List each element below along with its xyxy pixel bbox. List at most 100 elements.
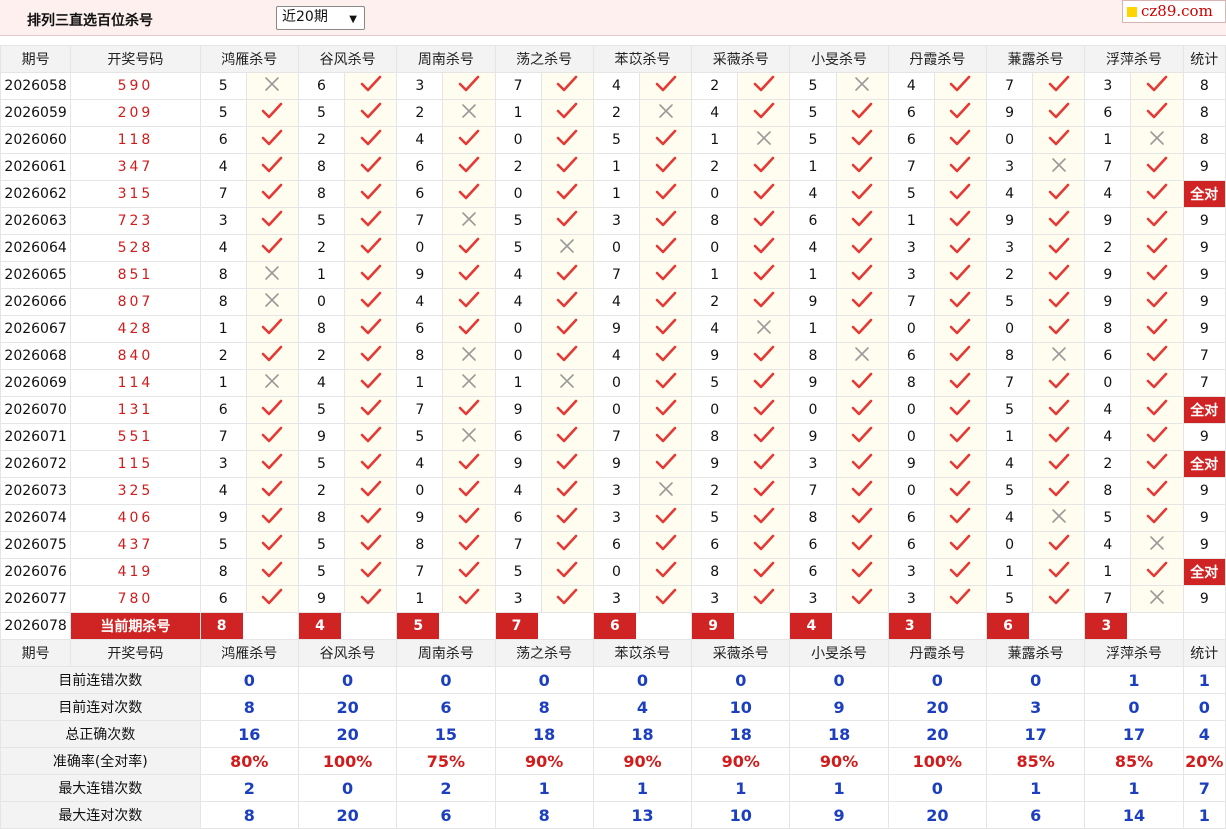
issue-cell: 2026063: [0, 207, 72, 235]
draw-number-cell: 131: [70, 396, 201, 424]
kill-number-cell: 6: [1084, 99, 1132, 127]
table-row: 2026070 131 6 5 7 9 0 0 0 0 5 4 全对: [0, 396, 1226, 424]
summary-value: 20: [297, 720, 398, 748]
draw-number-cell: 209: [70, 99, 201, 127]
kill-number-cell: 0: [691, 396, 739, 424]
col-issue-header: 期号: [0, 639, 72, 667]
check-icon: [1130, 504, 1184, 532]
table-row: 2026067 428 1 8 6 0 9 4 1 0 0 8 9: [0, 315, 1226, 343]
table-row: 2026066 807 8 0 4 4 4 2 9 7 5 9 9: [0, 288, 1226, 316]
summary-stat: 4: [1182, 720, 1226, 748]
kill-number-cell: 6: [887, 99, 935, 127]
brand-logo[interactable]: cz89.com: [1122, 0, 1226, 23]
col-expert-header: 蒹露杀号: [986, 45, 1086, 73]
kill-number-cell: 6: [396, 180, 444, 208]
check-icon: [344, 72, 398, 100]
stat-cell: 9: [1182, 234, 1226, 262]
check-icon: [933, 558, 988, 586]
kill-number-cell: 8: [297, 153, 346, 181]
check-icon: [638, 558, 693, 586]
check-icon: [933, 261, 988, 289]
kill-number-cell: 8: [691, 558, 739, 586]
summary-stat: 20%: [1182, 747, 1226, 775]
summary-row: 目前连错次数 0 0 0 0 0 0 0 0 0 1 1: [0, 666, 1226, 694]
check-icon: [245, 531, 299, 559]
summary-value: 17: [1084, 720, 1184, 748]
issue-cell: 2026061: [0, 153, 72, 181]
check-icon: [638, 126, 693, 154]
current-kill-cell: 7: [494, 612, 594, 640]
kill-number-cell: 6: [887, 531, 935, 559]
kill-number-cell: 8: [396, 342, 444, 370]
check-icon: [540, 99, 594, 127]
kill-number-cell: 5: [986, 585, 1034, 613]
summary-value: 0: [494, 666, 594, 694]
summary-value: 20: [887, 693, 988, 721]
kill-number-cell: 5: [1084, 504, 1132, 532]
check-icon: [638, 207, 693, 235]
draw-number-cell: 325: [70, 477, 201, 505]
summary-value: 2: [396, 774, 496, 802]
check-icon: [344, 99, 398, 127]
stat-cell: 8: [1182, 99, 1226, 127]
issue-cell: 2026060: [0, 126, 72, 154]
kill-number-cell: 5: [297, 396, 346, 424]
check-icon: [540, 504, 594, 532]
check-icon: [540, 396, 594, 424]
current-kill-cell: 6: [592, 612, 693, 640]
check-icon: [737, 207, 791, 235]
cross-icon: [638, 477, 693, 505]
kill-number-cell: 0: [592, 234, 640, 262]
kill-number-cell: 5: [494, 558, 542, 586]
kill-number-cell: 4: [1084, 180, 1132, 208]
check-icon: [245, 396, 299, 424]
check-icon: [344, 315, 398, 343]
cross-icon: [245, 261, 299, 289]
check-icon: [540, 180, 594, 208]
check-icon: [540, 585, 594, 613]
current-kill-value: 3: [889, 613, 931, 639]
check-icon: [933, 72, 988, 100]
kill-number-cell: 0: [1084, 369, 1132, 397]
check-icon: [540, 315, 594, 343]
period-select[interactable]: 近20期 ▼: [276, 6, 365, 30]
kill-number-cell: 3: [199, 450, 247, 478]
kill-number-cell: 2: [691, 153, 739, 181]
summary-value: 9: [789, 801, 889, 829]
check-icon: [344, 531, 398, 559]
check-icon: [933, 396, 988, 424]
kill-number-cell: 5: [297, 99, 346, 127]
check-icon: [835, 585, 889, 613]
kill-number-cell: 6: [396, 315, 444, 343]
kill-number-cell: 6: [396, 153, 444, 181]
summary-value: 0: [297, 666, 398, 694]
issue-cell: 2026077: [0, 585, 72, 613]
summary-value: 100%: [297, 747, 398, 775]
summary-value: 20: [297, 693, 398, 721]
summary-value: 8: [199, 801, 299, 829]
check-icon: [933, 423, 988, 451]
kill-number-cell: 6: [494, 423, 542, 451]
check-icon: [737, 99, 791, 127]
check-icon: [1032, 72, 1086, 100]
check-icon: [442, 315, 496, 343]
check-icon: [540, 207, 594, 235]
cross-icon: [245, 369, 299, 397]
check-icon: [1130, 234, 1184, 262]
summary-value: 1: [1084, 666, 1184, 694]
col-expert-header: 周南杀号: [396, 45, 496, 73]
summary-label: 准确率(全对率): [0, 747, 201, 775]
kill-number-cell: 7: [1084, 153, 1132, 181]
check-icon: [1130, 423, 1184, 451]
kill-number-cell: 5: [297, 558, 346, 586]
summary-value: 0: [887, 774, 988, 802]
check-icon: [737, 288, 791, 316]
kill-number-cell: 8: [1084, 477, 1132, 505]
issue-cell: 2026071: [0, 423, 72, 451]
draw-number-cell: 780: [70, 585, 201, 613]
summary-value: 6: [396, 801, 496, 829]
check-icon: [245, 180, 299, 208]
check-icon: [638, 153, 693, 181]
kill-number-cell: 0: [494, 315, 542, 343]
col-expert-header: 苯苡杀号: [592, 639, 693, 667]
